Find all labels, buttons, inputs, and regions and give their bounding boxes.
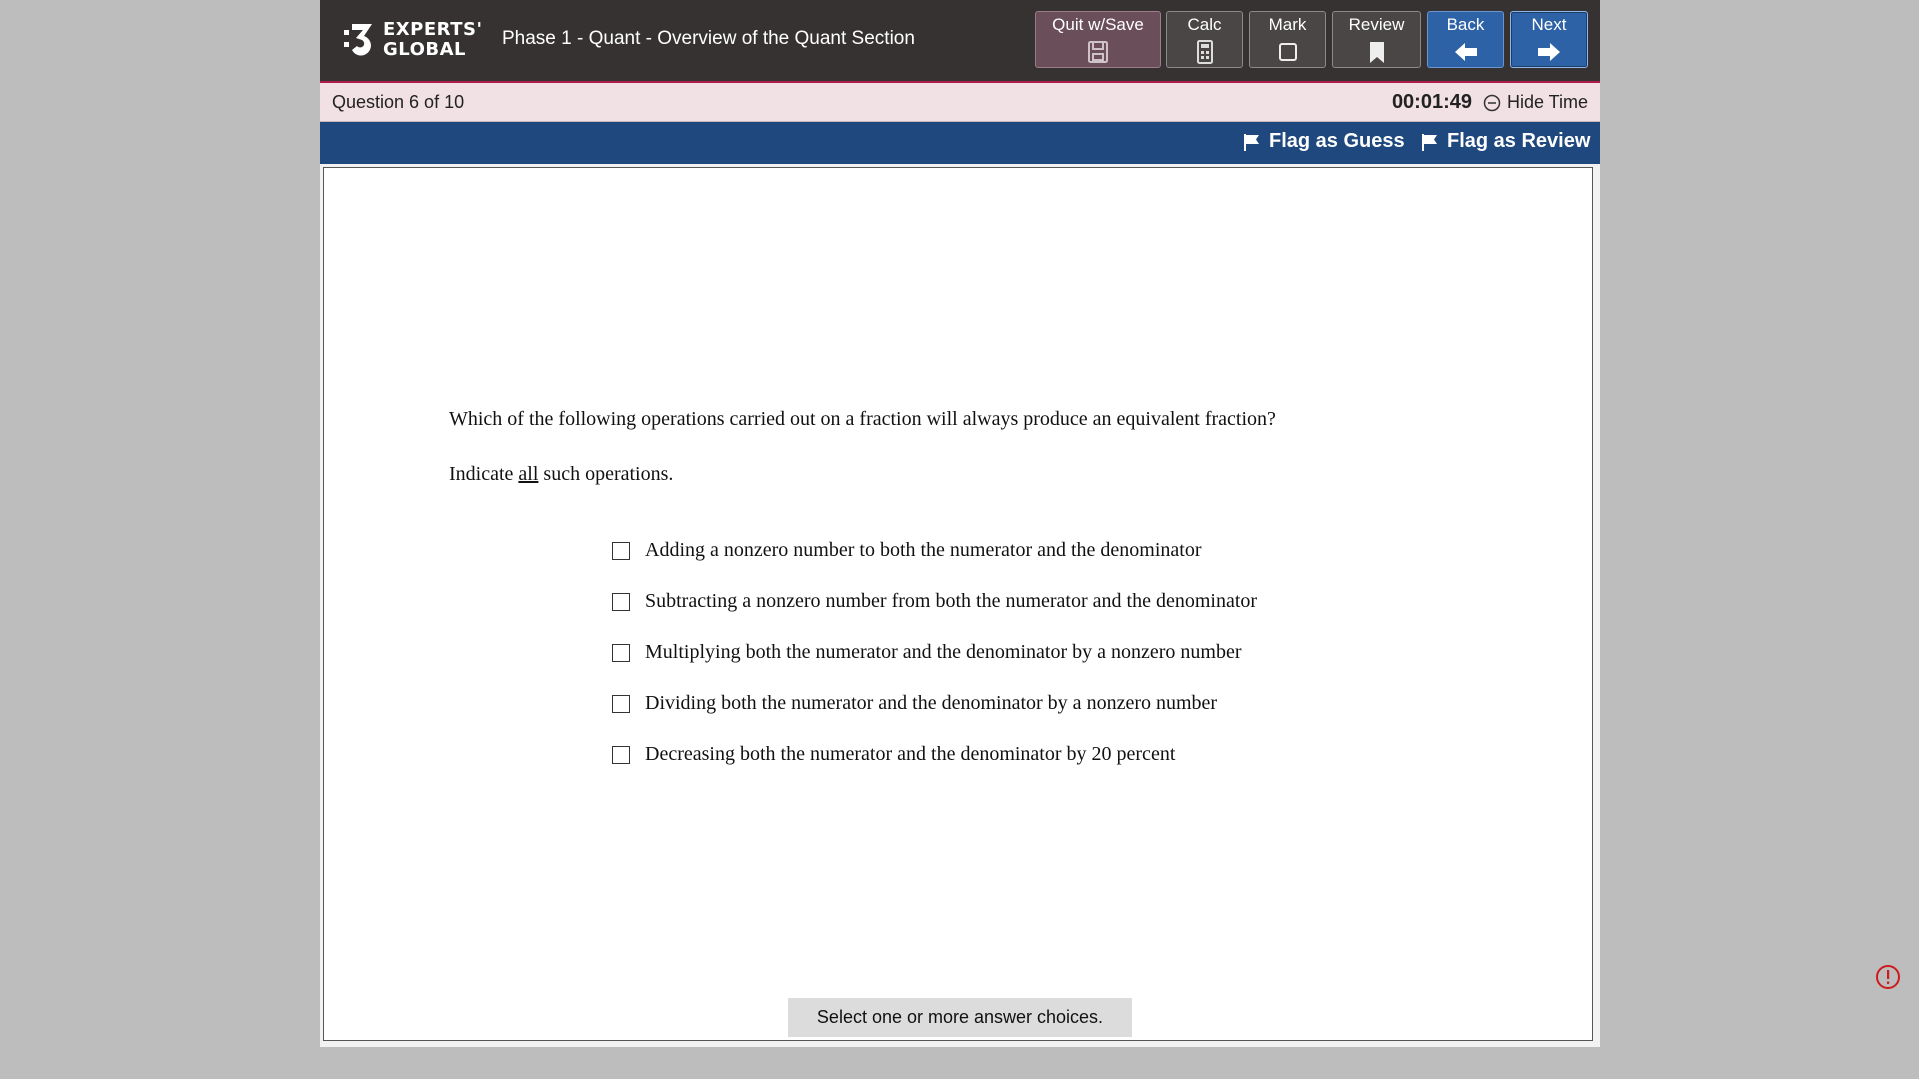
checkbox-icon xyxy=(1278,43,1297,61)
answer-choice-text: Decreasing both the numerator and the de… xyxy=(645,743,1176,765)
logo-mark-icon xyxy=(344,24,372,56)
header-bar: EXPERTS' GLOBAL Phase 1 - Quant - Overvi… xyxy=(320,0,1600,83)
experts-global-logo: EXPERTS' GLOBAL xyxy=(342,20,482,60)
minus-circle-icon xyxy=(1483,94,1501,111)
arrow-right-icon xyxy=(1538,43,1560,61)
answer-choice-text: Dividing both the numerator and the deno… xyxy=(645,692,1218,714)
instruction-before: Indicate xyxy=(449,463,519,485)
flag-bar: Flag as Guess Flag as Review xyxy=(320,122,1600,164)
calc-label: Calc xyxy=(1187,15,1222,34)
question-panel: Which of the following operations carrie… xyxy=(323,167,1593,1041)
answer-choice-text: Subtracting a nonzero number from both t… xyxy=(645,590,1258,612)
answer-choice[interactable]: Adding a nonzero number to both the nume… xyxy=(612,525,1257,576)
answer-choice[interactable]: Subtracting a nonzero number from both t… xyxy=(612,576,1257,627)
flag-icon xyxy=(1244,133,1259,151)
question-counter: Question 6 of 10 xyxy=(332,92,465,112)
quit-save-button[interactable]: Quit w/Save xyxy=(1035,11,1161,68)
calc-button[interactable]: Calc xyxy=(1166,11,1243,68)
answer-checkbox[interactable] xyxy=(612,592,630,611)
logo-line-1: EXPERTS' xyxy=(383,19,483,40)
calculator-icon xyxy=(1196,40,1213,64)
instruction-emphasis: all xyxy=(518,463,539,485)
answer-checkbox[interactable] xyxy=(612,745,630,764)
answer-checkbox[interactable] xyxy=(612,541,630,560)
exclamation-circle-icon[interactable] xyxy=(1875,964,1901,990)
back-label: Back xyxy=(1446,15,1485,34)
instruction-after: such operations. xyxy=(538,463,674,485)
flag-as-review-button[interactable]: Flag as Review xyxy=(1420,130,1590,153)
mark-label: Mark xyxy=(1268,15,1307,34)
review-button[interactable]: Review xyxy=(1332,11,1421,68)
answer-checkbox[interactable] xyxy=(612,694,630,713)
question-text: Which of the following operations carrie… xyxy=(449,408,1276,430)
logo-line-2: GLOBAL xyxy=(383,39,467,60)
next-button[interactable]: Next xyxy=(1510,11,1588,68)
hide-time-label: Hide Time xyxy=(1506,92,1588,112)
answer-choice[interactable]: Decreasing both the numerator and the de… xyxy=(612,729,1257,780)
question-instruction: Indicate all such operations. xyxy=(449,463,673,486)
flag-as-review-label: Flag as Review xyxy=(1447,130,1591,152)
timer: 00:01:49 xyxy=(1391,91,1472,113)
next-label: Next xyxy=(1531,15,1567,34)
flag-as-guess-button[interactable]: Flag as Guess xyxy=(1242,130,1405,153)
answer-choices: Adding a nonzero number to both the nume… xyxy=(612,525,1257,780)
flag-as-guess-label: Flag as Guess xyxy=(1269,130,1405,152)
flag-icon xyxy=(1422,133,1437,151)
review-label: Review xyxy=(1348,15,1405,34)
save-icon xyxy=(1088,41,1108,63)
answer-choice[interactable]: Dividing both the numerator and the deno… xyxy=(612,678,1257,729)
answer-choice[interactable]: Multiplying both the numerator and the d… xyxy=(612,627,1257,678)
arrow-left-icon xyxy=(1454,43,1477,61)
answer-checkbox[interactable] xyxy=(612,643,630,662)
exam-title: Phase 1 - Quant - Overview of the Quant … xyxy=(502,28,915,49)
quit-save-label: Quit w/Save xyxy=(1052,15,1144,34)
bookmark-icon xyxy=(1369,42,1384,63)
mark-button[interactable]: Mark xyxy=(1249,11,1326,68)
back-button[interactable]: Back xyxy=(1427,11,1504,68)
answer-choice-text: Multiplying both the numerator and the d… xyxy=(645,641,1242,663)
hide-time-toggle[interactable]: Hide Time xyxy=(1483,92,1588,113)
status-bar: Question 6 of 10 00:01:49 Hide Time xyxy=(320,83,1600,122)
selection-hint: Select one or more answer choices. xyxy=(788,998,1132,1037)
test-app: EXPERTS' GLOBAL Phase 1 - Quant - Overvi… xyxy=(320,0,1600,1047)
answer-choice-text: Adding a nonzero number to both the nume… xyxy=(645,539,1202,561)
